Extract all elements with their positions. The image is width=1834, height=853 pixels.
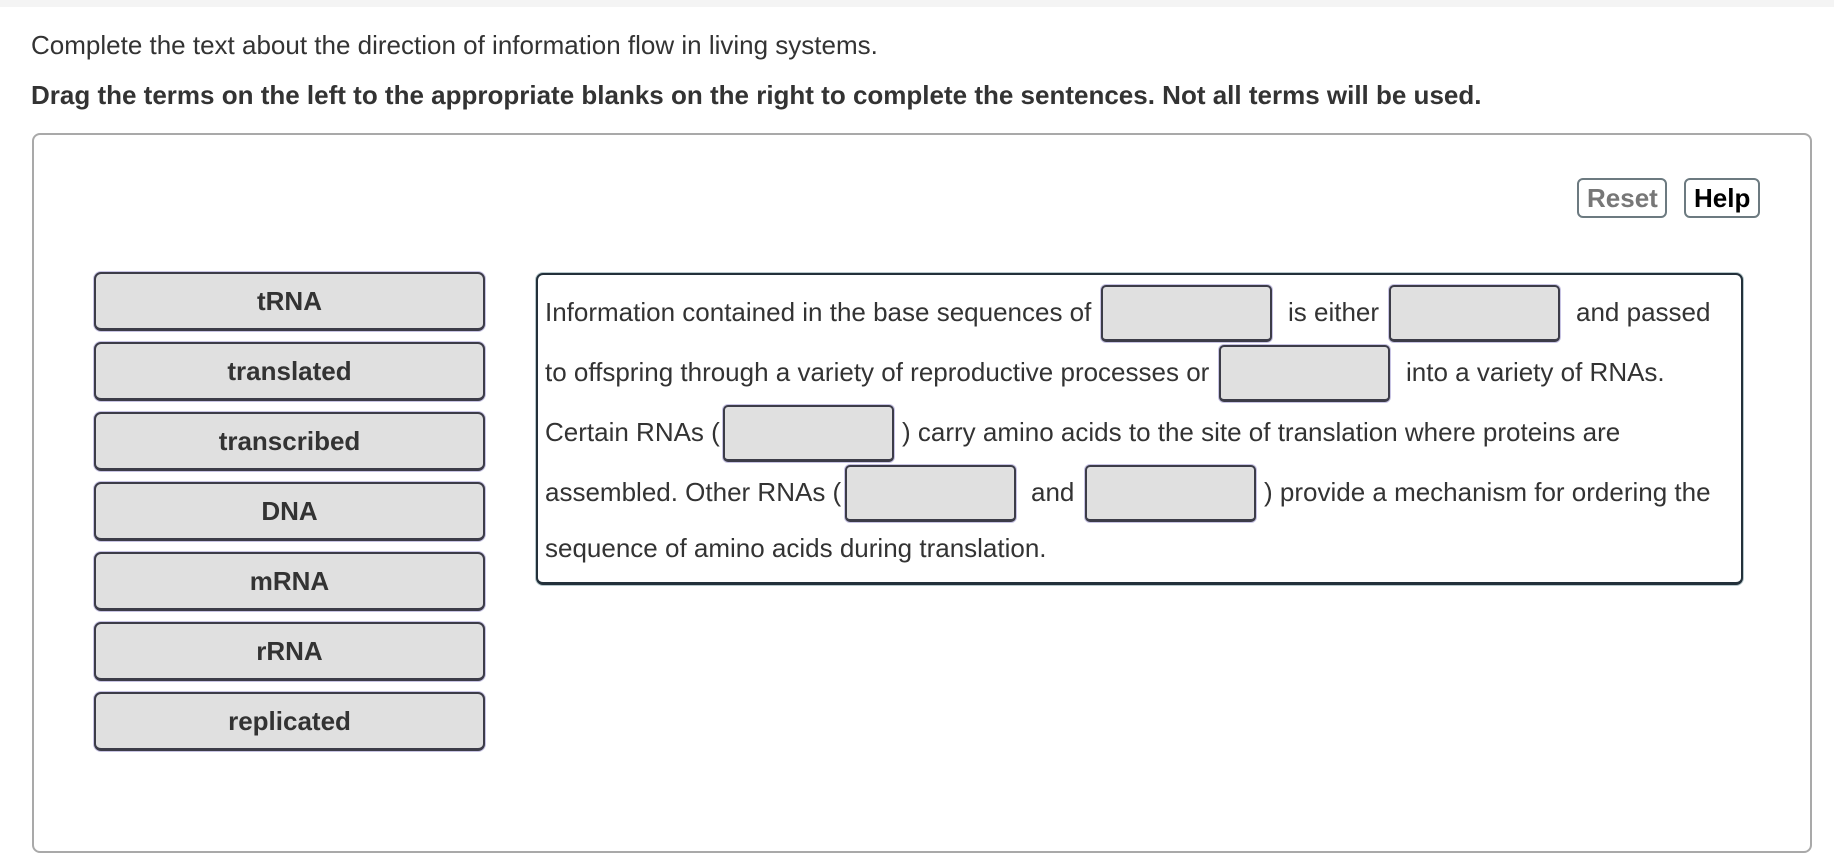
passage-text: and passed: [1576, 297, 1711, 327]
term-tile-replicated[interactable]: replicated: [94, 692, 485, 751]
top-bar: [0, 0, 1834, 7]
passage-text: is either: [1288, 297, 1380, 327]
passage-text: into a variety of RNAs.: [1406, 357, 1665, 387]
passage-text: sequence of amino acids during translati…: [545, 533, 1047, 563]
drop-blank-4[interactable]: [723, 405, 894, 462]
question-instruction: Drag the terms on the left to the approp…: [31, 80, 1482, 110]
term-tile-mrna[interactable]: mRNA: [94, 552, 485, 611]
drop-blank-5[interactable]: [845, 465, 1016, 522]
drop-blank-2[interactable]: [1389, 285, 1560, 342]
passage-text: assembled. Other RNAs (: [545, 477, 842, 507]
term-tile-dna[interactable]: DNA: [94, 482, 485, 541]
term-tile-trna[interactable]: tRNA: [94, 272, 485, 331]
term-tile-translated[interactable]: translated: [94, 342, 485, 401]
term-tile-transcribed[interactable]: transcribed: [94, 412, 485, 471]
help-button[interactable]: Help: [1684, 178, 1760, 218]
reset-button[interactable]: Reset: [1577, 178, 1667, 218]
passage-text: ) carry amino acids to the site of trans…: [902, 417, 1621, 447]
drop-blank-6[interactable]: [1085, 465, 1256, 522]
passage-text: ) provide a mechanism for ordering the: [1264, 477, 1711, 507]
passage-text: Certain RNAs (: [545, 417, 720, 447]
passage-text: and: [1031, 477, 1075, 507]
question-intro: Complete the text about the direction of…: [31, 30, 878, 60]
term-tile-rrna[interactable]: rRNA: [94, 622, 485, 681]
drop-blank-3[interactable]: [1219, 345, 1390, 402]
drop-blank-1[interactable]: [1101, 285, 1272, 342]
passage-text: Information contained in the base sequen…: [545, 297, 1092, 327]
passage-text: to offspring through a variety of reprod…: [545, 357, 1210, 387]
